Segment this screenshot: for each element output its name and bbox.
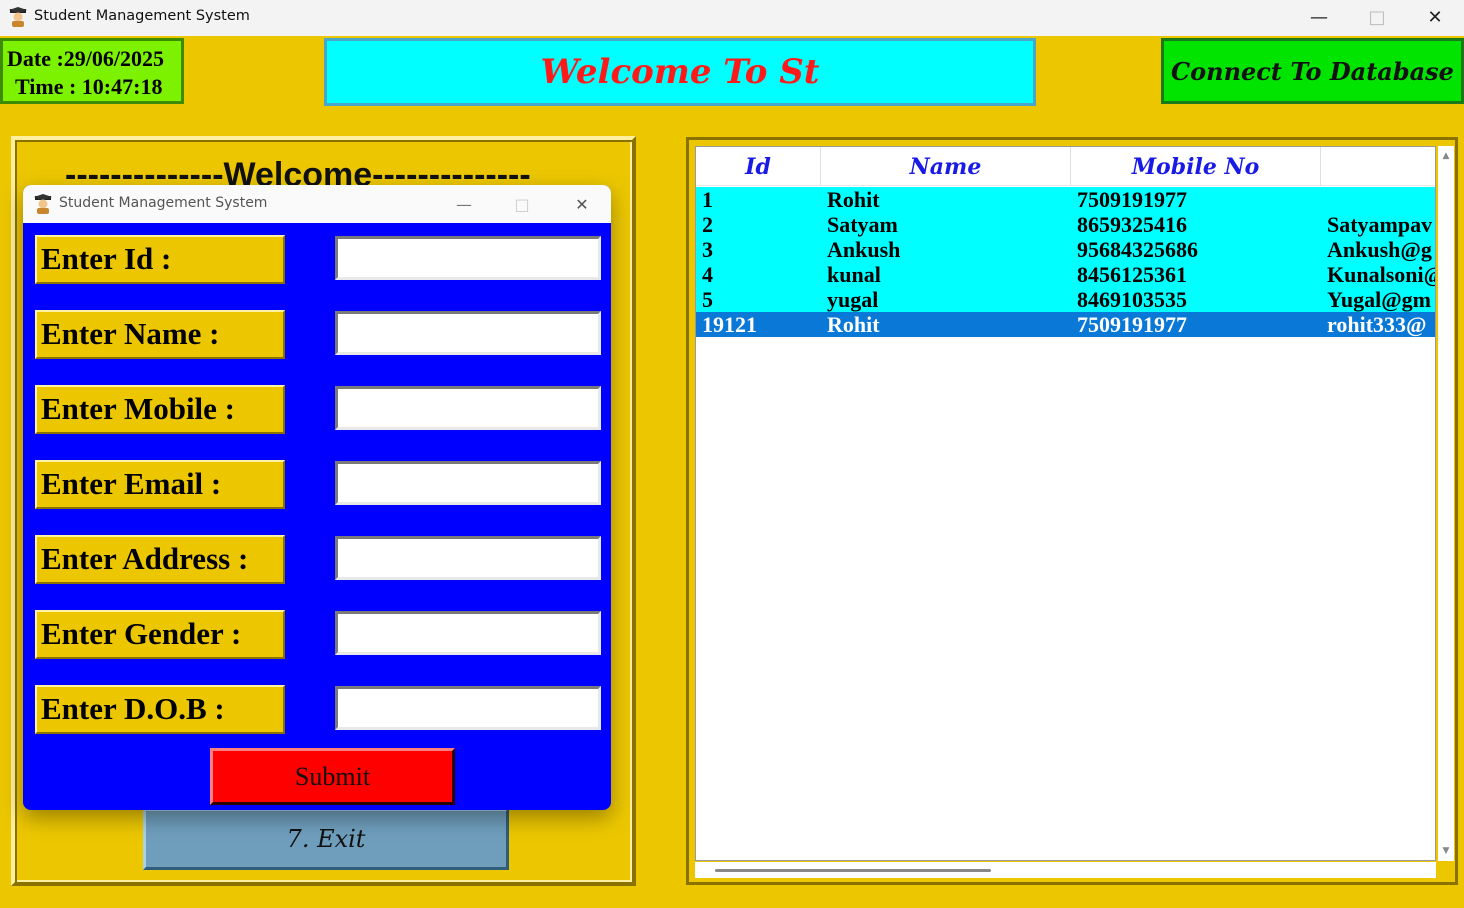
horizontal-scrollbar[interactable] bbox=[695, 862, 1436, 878]
cell-id: 4 bbox=[702, 262, 713, 287]
cell-id: 3 bbox=[702, 237, 713, 262]
table-frame: Id Name Mobile No 1 Rohit 7509191977 2 S… bbox=[686, 137, 1458, 885]
id-label: Enter Id : bbox=[35, 235, 285, 284]
student-graduate-icon bbox=[34, 194, 52, 214]
cell-id: 19121 bbox=[702, 312, 757, 337]
table-row[interactable]: 2 Satyam 8659325416 Satyampav bbox=[696, 212, 1435, 237]
scroll-up-icon[interactable]: ▲ bbox=[1440, 150, 1452, 162]
horizontal-scroll-thumb[interactable] bbox=[715, 869, 991, 872]
minimize-button[interactable]: — bbox=[1290, 0, 1348, 34]
gender-label: Enter Gender : bbox=[35, 610, 285, 659]
gender-field[interactable] bbox=[335, 611, 601, 655]
name-field[interactable] bbox=[335, 311, 601, 355]
vertical-scrollbar[interactable]: ▲ ▼ bbox=[1438, 146, 1454, 861]
dialog-titlebar: Student Management System — □ ✕ bbox=[23, 185, 611, 223]
email-label: Enter Email : bbox=[35, 460, 285, 509]
table-row[interactable]: 3 Ankush 95684325686 Ankush@g bbox=[696, 237, 1435, 262]
cell-email bbox=[1321, 187, 1435, 212]
submit-button[interactable]: Submit bbox=[210, 748, 455, 805]
table-body: 1 Rohit 7509191977 2 Satyam 8659325416 S… bbox=[696, 187, 1436, 337]
column-header-id[interactable]: Id bbox=[696, 147, 821, 186]
dob-field[interactable] bbox=[335, 686, 601, 730]
cell-email: Yugal@gm bbox=[1327, 287, 1432, 312]
cell-name: Rohit bbox=[827, 312, 880, 337]
cell-name: Rohit bbox=[827, 187, 880, 212]
mobile-field[interactable] bbox=[335, 386, 601, 430]
column-header-name[interactable]: Name bbox=[821, 147, 1071, 186]
cell-id: 2 bbox=[702, 212, 713, 237]
dialog-minimize-button[interactable]: — bbox=[435, 187, 493, 221]
cell-mobile: 8456125361 bbox=[1077, 262, 1187, 287]
column-header-email[interactable] bbox=[1321, 147, 1435, 186]
exit-button[interactable]: 7. Exit bbox=[143, 808, 509, 870]
column-header-mobile[interactable]: Mobile No bbox=[1071, 147, 1321, 186]
add-student-dialog: Student Management System — □ ✕ Enter Id… bbox=[23, 185, 611, 810]
dialog-maximize-button[interactable]: □ bbox=[493, 187, 551, 221]
cell-name: Satyam bbox=[827, 212, 898, 237]
dialog-close-button[interactable]: ✕ bbox=[553, 187, 611, 221]
table-row[interactable]: 1 Rohit 7509191977 bbox=[696, 187, 1435, 212]
scroll-down-icon[interactable]: ▼ bbox=[1440, 845, 1452, 857]
address-label: Enter Address : bbox=[35, 535, 285, 584]
cell-email: Kunalsoni@ bbox=[1327, 262, 1436, 287]
welcome-banner: Welcome To St bbox=[324, 38, 1036, 106]
table-row[interactable]: 4 kunal 8456125361 Kunalsoni@ bbox=[696, 262, 1436, 287]
dialog-title: Student Management System bbox=[59, 195, 268, 211]
cell-id: 1 bbox=[702, 187, 713, 212]
dob-label: Enter D.O.B : bbox=[35, 685, 285, 734]
cell-mobile: 8469103535 bbox=[1077, 287, 1187, 312]
name-label: Enter Name : bbox=[35, 310, 285, 359]
date-label: Date :29/06/2025 bbox=[7, 46, 165, 71]
cell-email: Ankush@g bbox=[1327, 237, 1432, 262]
email-field[interactable] bbox=[335, 461, 601, 505]
cell-name: kunal bbox=[827, 262, 881, 287]
window-titlebar: Student Management System — □ ✕ bbox=[0, 0, 1464, 36]
cell-mobile: 95684325686 bbox=[1077, 237, 1198, 262]
address-field[interactable] bbox=[335, 536, 601, 580]
cell-mobile: 7509191977 bbox=[1077, 312, 1187, 337]
cell-email: Satyampav bbox=[1327, 212, 1433, 237]
cell-mobile: 8659325416 bbox=[1077, 212, 1187, 237]
table-row[interactable]: 5 yugal 8469103535 Yugal@gm bbox=[696, 287, 1435, 312]
cell-name: Ankush bbox=[827, 237, 901, 262]
cell-id: 5 bbox=[702, 287, 713, 312]
student-table[interactable]: Id Name Mobile No 1 Rohit 7509191977 2 S… bbox=[695, 146, 1436, 861]
cell-name: yugal bbox=[827, 287, 879, 312]
window-title: Student Management System bbox=[34, 8, 250, 24]
mobile-label: Enter Mobile : bbox=[35, 385, 285, 434]
table-header: Id Name Mobile No bbox=[696, 147, 1435, 186]
table-row-selected[interactable]: 19121 Rohit 7509191977 rohit333@ bbox=[696, 312, 1435, 337]
time-label: Time : 10:47:18 bbox=[15, 74, 163, 99]
student-graduate-icon bbox=[9, 7, 27, 27]
id-field[interactable] bbox=[335, 236, 601, 280]
close-button[interactable]: ✕ bbox=[1406, 0, 1464, 34]
datetime-panel: Date :29/06/2025 Time : 10:47:18 bbox=[0, 38, 184, 104]
cell-email: rohit333@ bbox=[1327, 312, 1427, 337]
cell-mobile: 7509191977 bbox=[1077, 187, 1187, 212]
connect-database-button[interactable]: Connect To Database bbox=[1161, 38, 1464, 104]
maximize-button[interactable]: □ bbox=[1348, 0, 1406, 34]
